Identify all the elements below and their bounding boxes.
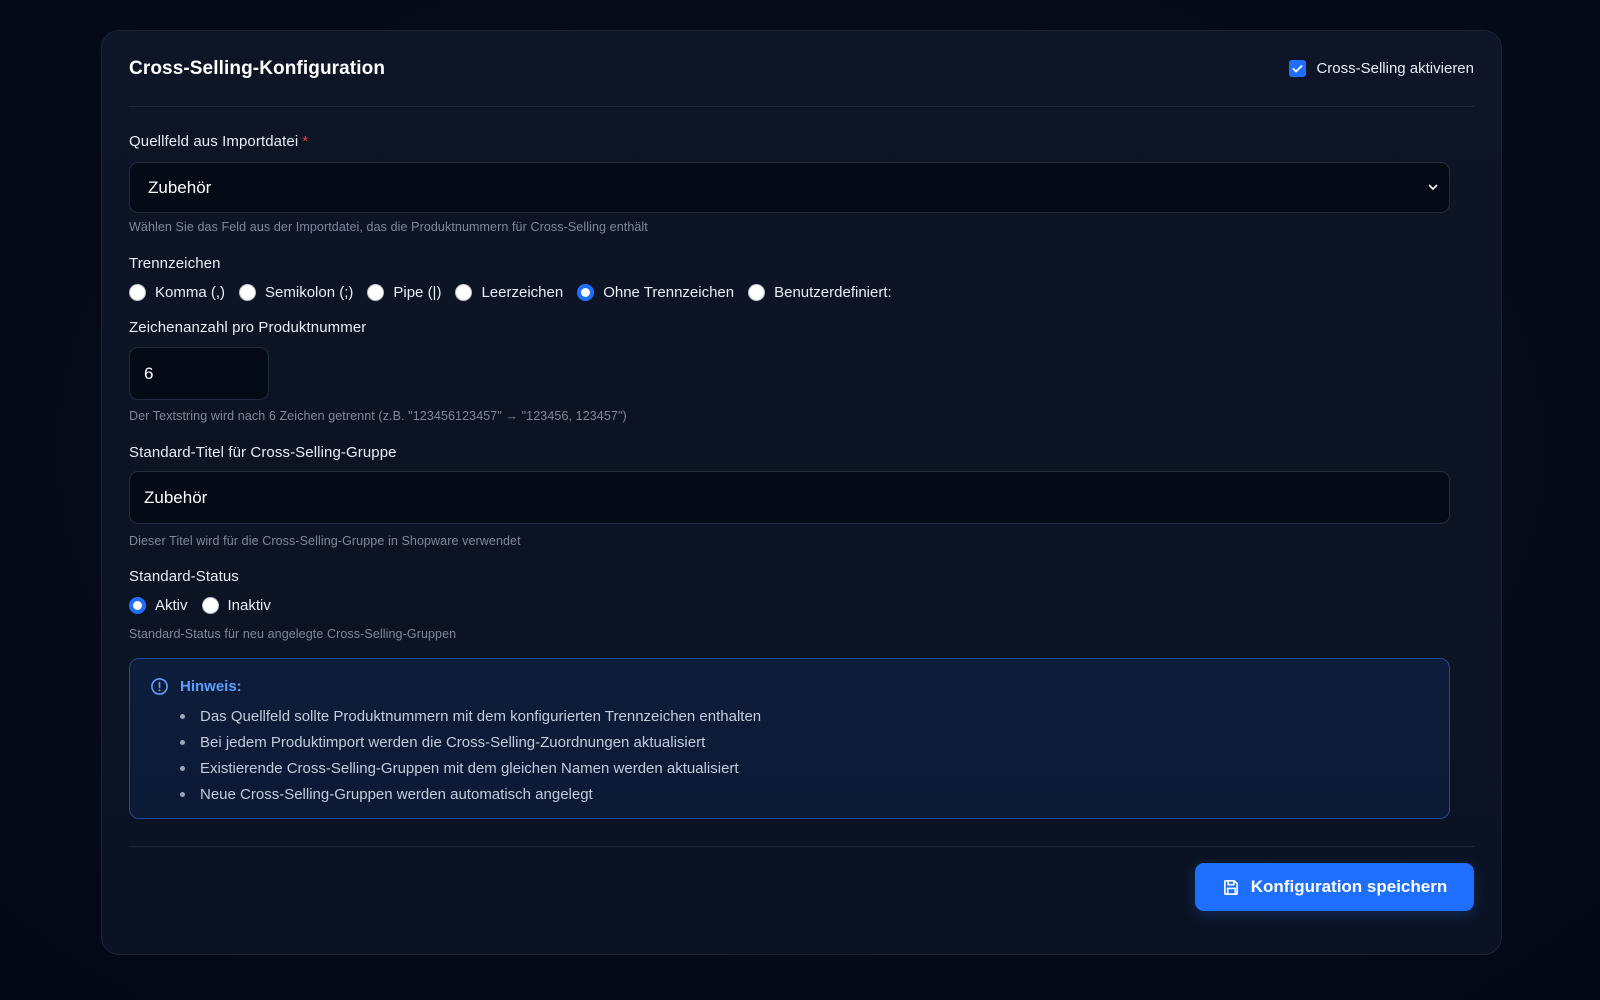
- radio-label: Leerzeichen: [481, 284, 564, 301]
- default-title-input[interactable]: Zubehör: [129, 471, 1450, 524]
- notice-header: Hinweis:: [150, 677, 1429, 696]
- enable-cross-selling-checkbox[interactable]: [1289, 60, 1307, 77]
- radio-space[interactable]: [455, 284, 473, 301]
- separator-option-none[interactable]: Ohne Trennzeichen: [577, 284, 734, 301]
- card-header: Cross-Selling-Konfiguration Cross-Sellin…: [129, 31, 1474, 107]
- radio-pipe[interactable]: [367, 284, 385, 301]
- config-card: Cross-Selling-Konfiguration Cross-Sellin…: [101, 30, 1502, 955]
- notice-box: Hinweis: Das Quellfeld sollte Produktnum…: [129, 658, 1450, 819]
- status-option-active[interactable]: Aktiv: [129, 597, 188, 614]
- footer-divider: [129, 846, 1474, 847]
- radio-label: Pipe (|): [393, 284, 442, 301]
- required-mark: *: [302, 133, 309, 150]
- separator-label: Trennzeichen: [129, 255, 221, 272]
- radio-none[interactable]: [577, 284, 595, 301]
- default-title-label: Standard-Titel für Cross-Selling-Gruppe: [129, 444, 397, 461]
- default-status-label: Standard-Status: [129, 568, 239, 585]
- radio-label: Ohne Trennzeichen: [603, 284, 735, 301]
- char-count-hint: Der Textstring wird nach 6 Zeichen getre…: [129, 409, 627, 423]
- default-title-value: Zubehör: [144, 487, 208, 507]
- separator-option-custom[interactable]: Benutzerdefiniert:: [748, 284, 892, 301]
- separator-option-pipe[interactable]: Pipe (|): [367, 284, 441, 301]
- check-icon: [1292, 65, 1303, 73]
- source-field-select[interactable]: Zubehör: [129, 162, 1450, 213]
- separator-option-semicolon[interactable]: Semikolon (;): [239, 284, 353, 301]
- radio-label: Komma (,): [155, 284, 226, 301]
- list-item: Neue Cross-Selling-Gruppen werden automa…: [180, 781, 1429, 807]
- info-circle-icon: [151, 678, 168, 695]
- radio-comma[interactable]: [129, 284, 146, 301]
- char-count-label: Zeichenanzahl pro Produktnummer: [129, 319, 367, 336]
- list-item: Bei jedem Produktimport werden die Cross…: [180, 729, 1429, 755]
- notice-title: Hinweis:: [180, 678, 242, 695]
- source-field-label-text: Quellfeld aus Importdatei: [129, 133, 299, 150]
- source-field-label: Quellfeld aus Importdatei *: [129, 133, 308, 150]
- notice-list: Das Quellfeld sollte Produktnummern mit …: [180, 703, 1429, 807]
- radio-label: Aktiv: [155, 597, 188, 614]
- radio-label: Benutzerdefiniert:: [774, 284, 892, 301]
- default-status-hint: Standard-Status für neu angelegte Cross-…: [129, 627, 457, 641]
- default-title-hint: Dieser Titel wird für die Cross-Selling-…: [129, 534, 521, 548]
- chevron-down-icon: [1428, 184, 1438, 190]
- card-title: Cross-Selling-Konfiguration: [129, 57, 386, 79]
- radio-custom[interactable]: [748, 284, 766, 301]
- source-field-hint: Wählen Sie das Feld aus der Importdatei,…: [129, 220, 648, 234]
- radio-inactive[interactable]: [201, 597, 219, 614]
- page: Cross-Selling-Konfiguration Cross-Sellin…: [0, 0, 1600, 1000]
- separator-option-space[interactable]: Leerzeichen: [455, 284, 563, 301]
- separator-option-comma[interactable]: Komma (,): [129, 284, 225, 301]
- char-count-input[interactable]: 6: [129, 347, 269, 400]
- enable-cross-selling-toggle[interactable]: Cross-Selling aktivieren: [1289, 60, 1474, 77]
- radio-label: Semikolon (;): [265, 284, 354, 301]
- separator-radio-group: Komma (,) Semikolon (;) Pipe (|) Leerzei…: [129, 284, 906, 301]
- enable-cross-selling-label: Cross-Selling aktivieren: [1316, 60, 1474, 77]
- status-option-inactive[interactable]: Inaktiv: [201, 597, 271, 614]
- save-button-label: Konfiguration speichern: [1250, 877, 1448, 896]
- source-field-selected-value: Zubehör: [148, 177, 212, 197]
- save-configuration-button[interactable]: Konfiguration speichern: [1195, 863, 1474, 911]
- radio-label: Inaktiv: [227, 597, 271, 614]
- list-item: Existierende Cross-Selling-Gruppen mit d…: [180, 755, 1429, 781]
- status-radio-group: Aktiv Inaktiv: [129, 597, 285, 614]
- radio-active[interactable]: [129, 597, 146, 614]
- radio-semicolon[interactable]: [239, 284, 257, 301]
- save-icon: [1223, 879, 1238, 895]
- list-item: Das Quellfeld sollte Produktnummern mit …: [180, 703, 1429, 729]
- char-count-value: 6: [144, 363, 154, 383]
